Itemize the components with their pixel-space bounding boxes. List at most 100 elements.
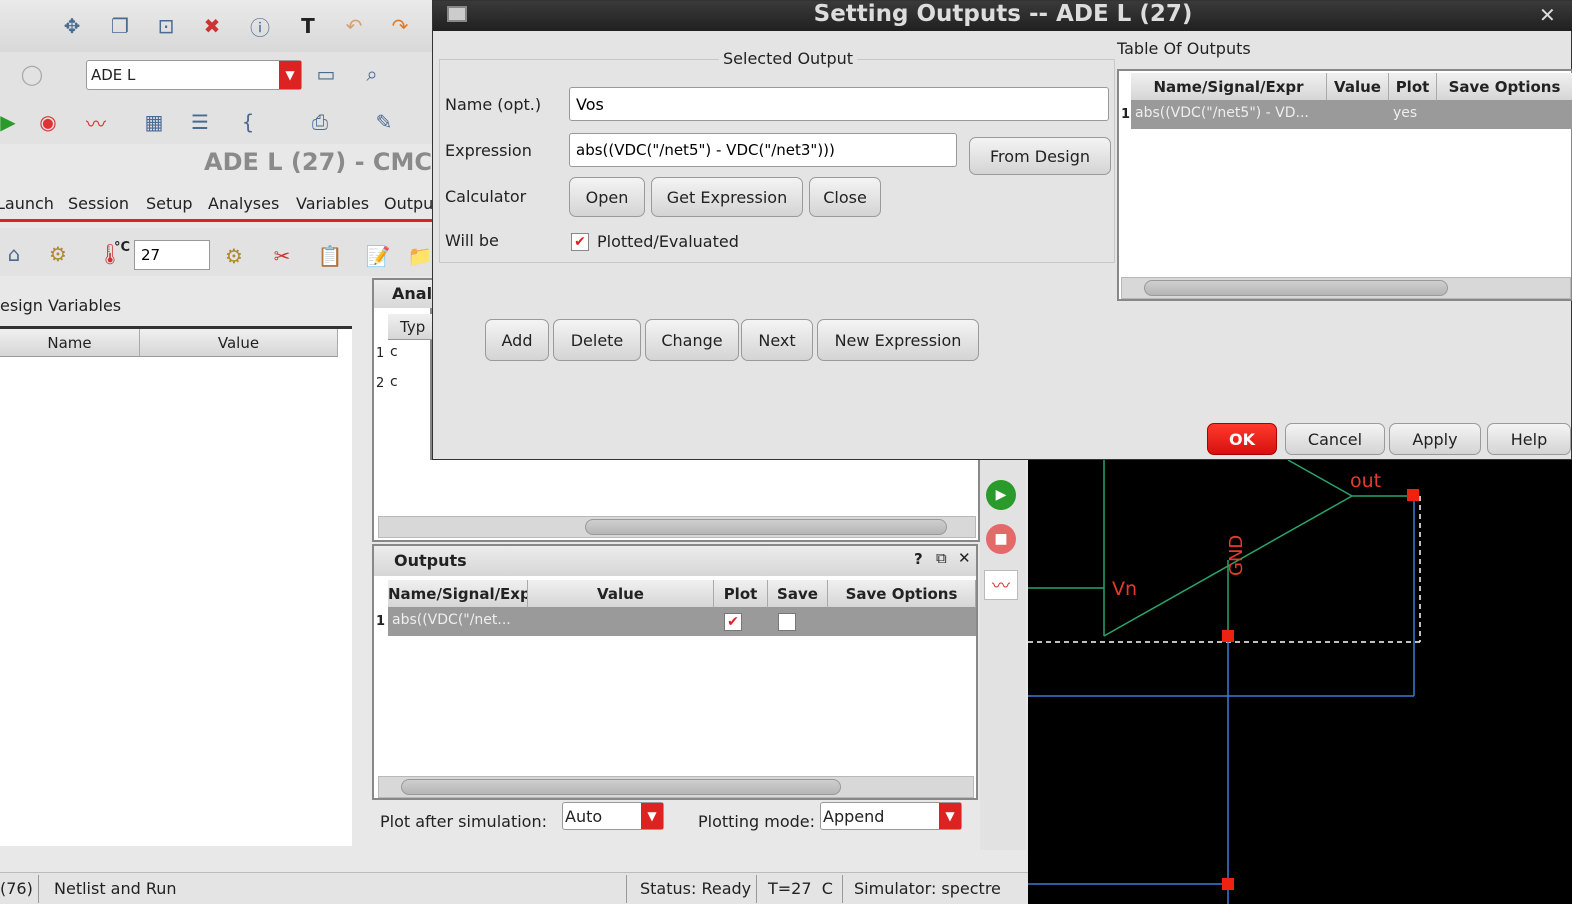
menu-setup[interactable]: Setup xyxy=(146,194,193,213)
menu-launch[interactable]: Launch xyxy=(0,194,54,213)
apply-button[interactable]: Apply xyxy=(1389,423,1481,455)
plot-after-select[interactable]: Auto ▼ xyxy=(562,802,664,830)
cancel-button[interactable]: Cancel xyxy=(1285,423,1385,455)
analysis-row-num: 1 xyxy=(376,346,385,361)
float-icon[interactable]: ⧉ xyxy=(936,549,947,567)
circle-gray-icon[interactable]: ◯ xyxy=(18,60,46,88)
schematic-canvas[interactable]: out Vn GND xyxy=(1028,460,1572,904)
col-save-options[interactable]: Save Options xyxy=(1437,73,1572,101)
scrollbar-thumb[interactable] xyxy=(585,519,947,535)
window-icon[interactable]: ▭ xyxy=(312,60,340,88)
chevron-down-icon[interactable]: ▼ xyxy=(641,803,663,829)
menu-variables[interactable]: Variables xyxy=(296,194,369,213)
status-divider xyxy=(38,875,39,903)
design-variables-table: Name Value xyxy=(0,326,352,846)
name-field[interactable] xyxy=(569,87,1109,121)
temperature-field[interactable] xyxy=(134,240,210,270)
col-plot[interactable]: Plot xyxy=(1389,73,1437,101)
braces-icon[interactable]: { xyxy=(234,108,262,136)
probe-icon[interactable]: ✂ xyxy=(268,242,296,270)
help-button[interactable]: Help xyxy=(1487,423,1571,455)
col-name-signal[interactable]: Name/Signal/Exp xyxy=(388,580,528,608)
chevron-down-icon[interactable]: ▼ xyxy=(279,61,301,89)
run-icon[interactable]: ▶ xyxy=(986,480,1016,510)
analyses-title: Anal xyxy=(374,280,434,308)
undo-icon[interactable]: ↶ xyxy=(340,12,368,40)
print-icon[interactable]: ⎙ xyxy=(306,108,334,136)
text-tool-icon[interactable]: T xyxy=(294,12,322,40)
plot-checkbox[interactable]: ✔ xyxy=(724,613,742,631)
window-search-icon[interactable]: ⌕ xyxy=(358,60,386,88)
col-value[interactable]: Value xyxy=(140,329,338,357)
new-expression-button[interactable]: New Expression xyxy=(817,319,979,361)
scrollbar-thumb[interactable] xyxy=(401,779,841,795)
next-button[interactable]: Next xyxy=(741,319,813,361)
calc-open-button[interactable]: Open xyxy=(569,177,645,217)
col-type[interactable]: Typ xyxy=(388,314,434,340)
info-icon[interactable]: ⓘ xyxy=(246,12,274,40)
outputs-scrollbar[interactable] xyxy=(378,776,974,798)
col-plot[interactable]: Plot xyxy=(714,580,768,608)
delete-icon[interactable]: ✖ xyxy=(198,12,226,40)
calc-close-button[interactable]: Close xyxy=(809,177,881,217)
help-icon[interactable]: ? xyxy=(914,550,923,568)
waveform-icon[interactable]: 〰 xyxy=(82,108,110,136)
output-row-name: abs((VDC("/net... xyxy=(392,612,511,628)
move-icon[interactable]: ✥ xyxy=(58,12,86,40)
menu-analyses[interactable]: Analyses xyxy=(208,194,279,213)
stretch-icon[interactable]: ⊡ xyxy=(152,12,180,40)
col-save[interactable]: Save xyxy=(768,580,828,608)
folder-icon[interactable]: 📁 xyxy=(406,242,434,270)
col-value[interactable]: Value xyxy=(528,580,714,608)
ade-select[interactable]: ADE L ▼ xyxy=(86,60,302,90)
outputs-pane: Outputs ? ⧉ ✕ Name/Signal/Exp Value Plot… xyxy=(372,544,978,800)
clipboard-icon[interactable]: 📋 xyxy=(316,242,344,270)
save-checkbox[interactable] xyxy=(778,613,796,631)
status-divider xyxy=(756,875,757,903)
outputs-titlebar: Outputs ? ⧉ ✕ xyxy=(374,546,976,576)
analyses-scrollbar[interactable] xyxy=(378,516,976,538)
menu-outputs[interactable]: Outpu xyxy=(384,194,433,213)
calculator-icon[interactable]: ▦ xyxy=(140,108,168,136)
gears-icon[interactable]: ⚙ xyxy=(44,240,72,268)
col-name-signal-expr[interactable]: Name/Signal/Expr xyxy=(1131,73,1327,101)
calc-get-expression-button[interactable]: Get Expression xyxy=(651,177,803,217)
analysis-row-type[interactable]: c xyxy=(390,344,398,360)
plotting-mode-select[interactable]: Append ▼ xyxy=(820,802,962,830)
col-value[interactable]: Value xyxy=(1327,73,1389,101)
stop-icon[interactable]: ■ xyxy=(986,524,1016,554)
delete-button[interactable]: Delete xyxy=(553,319,641,361)
col-save-options[interactable]: Save Options xyxy=(828,580,976,608)
change-button[interactable]: Change xyxy=(645,319,739,361)
chevron-down-icon[interactable]: ▼ xyxy=(939,803,961,829)
design-variables-title: esign Variables xyxy=(0,296,122,315)
table-row-name: abs((VDC("/net5") - VD... xyxy=(1135,105,1309,121)
setup-icon[interactable]: ⌂ xyxy=(0,240,28,268)
note-edit-icon[interactable]: 📝 xyxy=(364,242,392,270)
model-library-icon[interactable]: ⚙ xyxy=(220,242,248,270)
stop-icon[interactable]: ◉ xyxy=(34,108,62,136)
menu-session[interactable]: Session xyxy=(68,194,129,213)
run-icon[interactable]: ▶ xyxy=(0,108,22,136)
waveform-icon[interactable]: 〰 xyxy=(984,570,1018,600)
analysis-row-type[interactable]: c xyxy=(390,374,398,390)
setting-outputs-dialog: Setting Outputs -- ADE L (27) ✕ Selected… xyxy=(432,0,1572,460)
redo-icon[interactable]: ↷ xyxy=(386,12,414,40)
expression-field[interactable] xyxy=(569,133,957,167)
plotted-checkbox[interactable]: ✔ xyxy=(571,233,589,251)
ok-button[interactable]: OK xyxy=(1207,423,1277,455)
close-icon[interactable]: ✕ xyxy=(958,549,971,567)
main-toolbar-row1: ✥ ❐ ⊡ ✖ ⓘ T ↶ ↷ xyxy=(0,0,432,52)
add-button[interactable]: Add xyxy=(485,319,549,361)
edit-icon[interactable]: ✎ xyxy=(370,108,398,136)
table-of-outputs: Name/Signal/Expr Value Plot Save Options… xyxy=(1117,69,1572,301)
copy-icon[interactable]: ❐ xyxy=(106,12,134,40)
close-icon[interactable]: ✕ xyxy=(1539,3,1556,27)
list-icon[interactable]: ☰ xyxy=(186,108,214,136)
table-scrollbar[interactable] xyxy=(1121,277,1571,299)
scrollbar-thumb[interactable] xyxy=(1144,280,1448,296)
output-row[interactable]: abs((VDC("/net... ✔ xyxy=(388,608,976,636)
col-name[interactable]: Name xyxy=(0,329,140,357)
table-row[interactable]: abs((VDC("/net5") - VD... yes xyxy=(1131,101,1572,129)
from-design-button[interactable]: From Design xyxy=(969,137,1111,175)
